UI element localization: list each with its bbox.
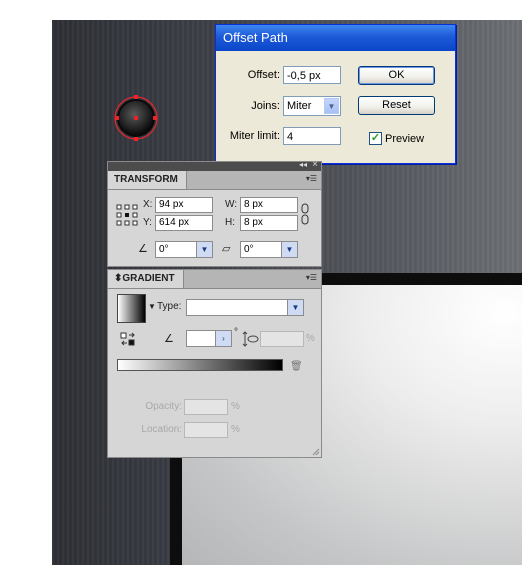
- opacity-label: Opacity:: [145, 401, 182, 412]
- miter-limit-label: Miter limit:: [229, 130, 280, 142]
- h-input[interactable]: 8 px: [240, 215, 298, 231]
- gradient-tabstrip: ⬍GRADIENT ▾☰: [108, 270, 321, 289]
- panel-menu-icon[interactable]: ▾☰: [306, 174, 317, 183]
- shear-select[interactable]: 0° ▼: [240, 241, 298, 258]
- x-input[interactable]: 94 px: [155, 197, 213, 213]
- chevron-down-icon[interactable]: ▼: [281, 242, 297, 257]
- x-label: X:: [143, 199, 153, 210]
- angle-select[interactable]: ›: [186, 330, 232, 347]
- aspect-unit: %: [306, 333, 315, 344]
- dialog-title[interactable]: Offset Path: [216, 25, 455, 51]
- type-select[interactable]: ▼: [186, 299, 304, 316]
- y-input[interactable]: 614 px: [155, 215, 213, 231]
- w-input[interactable]: 8 px: [240, 197, 298, 213]
- gradient-slider[interactable]: [117, 359, 283, 371]
- y-label: Y:: [143, 217, 152, 228]
- chevron-down-icon[interactable]: ▼: [196, 242, 212, 257]
- preview-label: Preview: [385, 133, 425, 145]
- offset-path-dialog: Offset Path Offset: -0,5 px Joins: Miter…: [215, 24, 456, 164]
- offset-label: Offset:: [247, 69, 280, 81]
- offset-input[interactable]: -0,5 px: [283, 66, 341, 84]
- selected-circle-object[interactable]: [108, 92, 164, 148]
- miter-limit-input[interactable]: 4: [283, 127, 341, 145]
- chevron-right-icon[interactable]: ›: [215, 331, 231, 346]
- delete-stop-icon[interactable]: 🗑: [290, 358, 303, 376]
- location-label: Location:: [141, 424, 182, 435]
- location-input: [184, 422, 228, 438]
- rotate-select[interactable]: 0° ▼: [155, 241, 213, 258]
- tab-gradient[interactable]: ⬍GRADIENT: [108, 270, 184, 288]
- panel-menu-icon[interactable]: ▾☰: [306, 273, 317, 282]
- ok-button[interactable]: OK: [358, 66, 435, 85]
- joins-value: Miter: [287, 100, 312, 112]
- chevron-down-icon[interactable]: ▼: [287, 300, 303, 315]
- transform-tabstrip: TRANSFORM ▾☰: [108, 171, 321, 190]
- collapse-icon[interactable]: ◂◂: [299, 160, 307, 169]
- circle-selection-graphic: [114, 95, 158, 141]
- opacity-unit: %: [231, 401, 240, 412]
- tab-transform[interactable]: TRANSFORM: [108, 171, 187, 189]
- gradient-panel: ⬍GRADIENT ▾☰ ▼ Type: ▼ ∠ › ° % 🗑 Opacity…: [107, 269, 322, 458]
- opacity-input: [184, 399, 228, 415]
- aspect-ratio-icon: [242, 331, 259, 347]
- preview-checkbox[interactable]: ✓: [369, 132, 382, 145]
- type-label: Type:: [157, 301, 182, 312]
- anchor-point-bottom[interactable]: [134, 137, 138, 141]
- gradient-swatch[interactable]: [117, 294, 146, 323]
- constrain-proportions-icon[interactable]: [301, 202, 309, 226]
- center-point: [134, 116, 138, 120]
- angle-unit: °: [234, 327, 238, 338]
- anchor-point-right[interactable]: [153, 116, 157, 120]
- w-label: W:: [225, 199, 238, 210]
- swatch-menu-icon[interactable]: ▼: [148, 298, 156, 316]
- close-icon[interactable]: ×: [312, 159, 318, 170]
- transform-panel: ◂◂ × TRANSFORM ▾☰ X: 94 px Y: 614 px W: …: [107, 159, 322, 267]
- resize-grip-icon[interactable]: [310, 446, 320, 456]
- panel-header-bar[interactable]: ◂◂ ×: [108, 159, 321, 171]
- joins-label: Joins:: [251, 100, 280, 112]
- anchor-point-top[interactable]: [134, 95, 138, 99]
- shear-value: 0°: [244, 244, 254, 255]
- reset-button[interactable]: Reset: [358, 96, 435, 115]
- chevron-down-icon[interactable]: ▼: [324, 98, 339, 114]
- rotate-icon: ∠: [138, 243, 148, 255]
- gradient-tab-label: GRADIENT: [122, 273, 175, 284]
- shear-icon: ⏥: [222, 243, 231, 255]
- angle-icon: ∠: [164, 333, 174, 345]
- joins-select[interactable]: Miter ▼: [283, 96, 341, 116]
- location-unit: %: [231, 424, 240, 435]
- aspect-ratio-input: [260, 331, 304, 347]
- h-label: H:: [225, 217, 235, 228]
- rotate-value: 0°: [159, 244, 169, 255]
- anchor-point-left[interactable]: [115, 116, 119, 120]
- reference-point-icon[interactable]: [116, 204, 138, 226]
- reverse-gradient-icon[interactable]: [120, 331, 136, 347]
